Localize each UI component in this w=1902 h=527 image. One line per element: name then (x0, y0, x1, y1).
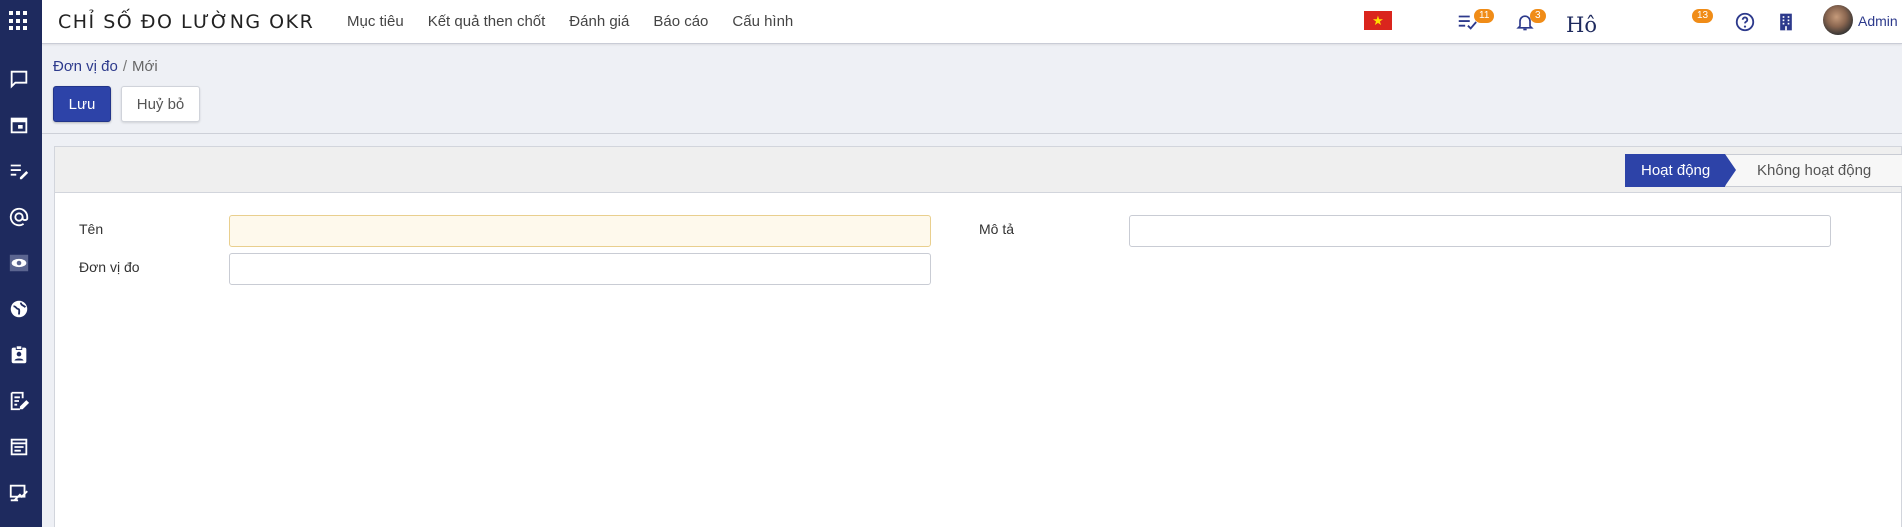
company-building-icon[interactable] (1773, 10, 1799, 34)
presentation-icon[interactable] (7, 481, 31, 505)
unit-label: Đơn vị đo (79, 259, 140, 275)
avatar[interactable] (1823, 5, 1853, 35)
unit-field[interactable] (229, 253, 931, 285)
status-header: Không hoạt động Hoạt động (55, 147, 1902, 193)
vietnam-flag-icon[interactable]: ★ (1364, 11, 1392, 30)
sidebar (0, 0, 42, 527)
document-icon[interactable] (7, 435, 31, 459)
breadcrumb-separator: / (122, 58, 128, 75)
name-field[interactable] (229, 215, 931, 247)
notifications-badge: 3 (1530, 9, 1546, 23)
breadcrumb-current: Mới (132, 58, 158, 75)
edit-list-icon[interactable] (7, 159, 31, 183)
control-panel-divider (42, 133, 1902, 134)
form-sheet: Không hoạt động Hoạt động Tên Đơn vị đo … (54, 146, 1902, 527)
stage-inactive-button[interactable]: Không hoạt động (1725, 154, 1902, 187)
breadcrumb-parent[interactable]: Đơn vị đo (53, 58, 118, 75)
calendar-icon[interactable] (7, 113, 31, 137)
breadcrumb: Đơn vị đo / Mới (53, 58, 158, 75)
save-button[interactable]: Lưu (53, 86, 111, 122)
at-sign-icon[interactable] (7, 205, 31, 229)
chat-badge: 13 (1692, 9, 1714, 23)
chat-icon[interactable] (7, 67, 31, 91)
name-label: Tên (79, 221, 104, 237)
logo-text: Hô (1566, 13, 1597, 37)
eye-icon[interactable] (7, 251, 31, 275)
user-name[interactable]: Admin (1858, 13, 1898, 29)
contact-badge-icon[interactable] (7, 343, 31, 367)
help-icon[interactable] (1732, 10, 1758, 34)
note-edit-icon[interactable] (7, 389, 31, 413)
description-label: Mô tả (979, 221, 1015, 237)
globe-icon[interactable] (7, 297, 31, 321)
stage-active-button[interactable]: Hoạt động (1625, 154, 1736, 187)
discard-button[interactable]: Huỷ bỏ (121, 86, 200, 122)
description-field[interactable] (1129, 215, 1831, 247)
topbar-systray: ★ 11 3 Hô 13 Admin (0, 0, 1902, 44)
activities-badge: 11 (1474, 9, 1495, 23)
